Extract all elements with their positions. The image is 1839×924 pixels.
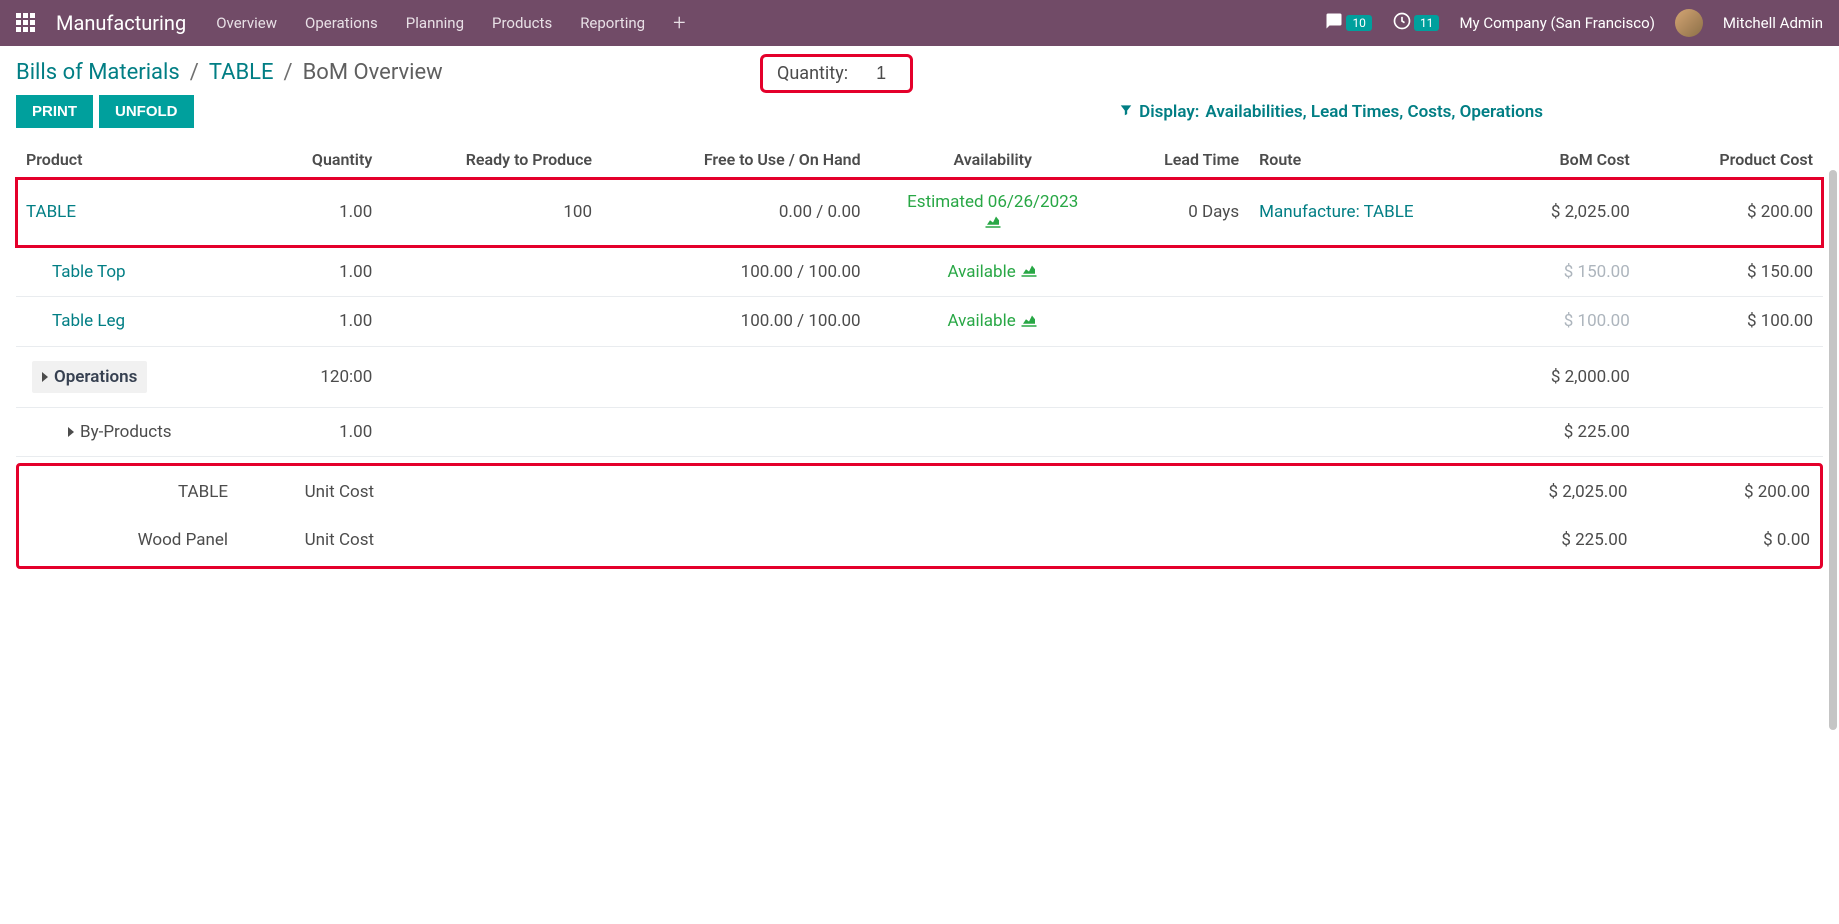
messages-badge: 10 xyxy=(1346,15,1372,31)
messages-button[interactable]: 10 xyxy=(1324,12,1372,34)
forecast-chart-icon[interactable] xyxy=(984,213,1002,233)
control-row: Bills of Materials / TABLE / BoM Overvie… xyxy=(0,46,1839,95)
col-bom-cost[interactable]: BoM Cost xyxy=(1457,142,1640,178)
bom-table-wrap: Product Quantity Ready to Produce Free t… xyxy=(0,142,1839,569)
forecast-chart-icon[interactable] xyxy=(1020,312,1038,332)
summary-product: Wood Panel xyxy=(19,516,238,564)
nav-add-menu-icon[interactable]: + xyxy=(673,11,685,36)
cell-bom-cost: $ 2,000.00 xyxy=(1457,346,1640,407)
operations-toggle[interactable]: Operations xyxy=(32,361,147,393)
row-by-products: By-Products 1.00 $ 225.00 xyxy=(16,407,1823,456)
scrollbar[interactable] xyxy=(1829,170,1837,730)
clock-icon xyxy=(1392,11,1412,35)
quantity-label: Quantity: xyxy=(777,63,848,84)
row-summary-wood-panel: Wood Panel Unit Cost $ 225.00 $ 0.00 xyxy=(19,516,1820,564)
col-ready[interactable]: Ready to Produce xyxy=(382,142,602,178)
row-summary-table: TABLE Unit Cost $ 2,025.00 $ 200.00 xyxy=(19,468,1820,516)
cell-lead: 0 Days xyxy=(1115,178,1249,248)
row-component-table-leg: Table Leg 1.00 100.00 / 100.00 Available… xyxy=(16,297,1823,347)
breadcrumb-bom[interactable]: Bills of Materials xyxy=(16,60,180,85)
col-quantity[interactable]: Quantity xyxy=(236,142,383,178)
route-link[interactable]: Manufacture: TABLE xyxy=(1259,202,1413,222)
breadcrumb: Bills of Materials / TABLE / BoM Overvie… xyxy=(16,60,443,85)
availability-estimated: Estimated 06/26/2023 xyxy=(907,192,1078,212)
summary-table: TABLE Unit Cost $ 2,025.00 $ 200.00 Wood… xyxy=(19,468,1820,564)
cell-product-cost: $ 200.00 xyxy=(1640,178,1823,248)
navbar: Manufacturing Overview Operations Planni… xyxy=(0,0,1839,46)
cell-free: 0.00 / 0.00 xyxy=(602,178,871,248)
cell-qty: 1.00 xyxy=(236,407,383,456)
cell-qty: 1.00 xyxy=(236,178,383,248)
app-brand[interactable]: Manufacturing xyxy=(56,11,186,35)
cell-qty: 1.00 xyxy=(236,297,383,347)
summary-product-cost: $ 200.00 xyxy=(1637,468,1820,516)
bom-table: Product Quantity Ready to Produce Free t… xyxy=(16,142,1823,457)
row-operations: Operations 120:00 $ 2,000.00 xyxy=(16,346,1823,407)
quantity-group: Quantity: xyxy=(760,54,913,93)
breadcrumb-current: BoM Overview xyxy=(303,60,443,85)
avatar[interactable] xyxy=(1675,9,1703,37)
breadcrumb-table[interactable]: TABLE xyxy=(209,60,274,85)
by-products-toggle[interactable]: By-Products xyxy=(68,422,172,442)
cell-bom-cost: $ 150.00 xyxy=(1457,247,1640,297)
caret-right-icon xyxy=(68,427,74,437)
availability-ok: Available xyxy=(947,262,1015,282)
forecast-chart-icon[interactable] xyxy=(1020,262,1038,282)
product-link-table[interactable]: TABLE xyxy=(26,202,76,222)
apps-icon[interactable] xyxy=(16,13,36,33)
nav-operations[interactable]: Operations xyxy=(305,14,378,32)
nav-right: 10 11 My Company (San Francisco) Mitchel… xyxy=(1324,9,1823,37)
quantity-input[interactable] xyxy=(866,63,896,84)
unfold-button[interactable]: UNFOLD xyxy=(99,95,194,128)
product-link-table-leg[interactable]: Table Leg xyxy=(52,311,125,331)
cell-free: 100.00 / 100.00 xyxy=(602,297,871,347)
cell-ready: 100 xyxy=(382,178,602,248)
summary-bom-cost: $ 225.00 xyxy=(1455,516,1638,564)
col-product[interactable]: Product xyxy=(16,142,236,178)
cell-product-cost: $ 100.00 xyxy=(1640,297,1823,347)
row-component-table-top: Table Top 1.00 100.00 / 100.00 Available… xyxy=(16,247,1823,297)
nav-products[interactable]: Products xyxy=(492,14,552,32)
breadcrumb-sep: / xyxy=(284,60,293,85)
row-main-product: TABLE 1.00 100 0.00 / 0.00 Estimated 06/… xyxy=(16,178,1823,248)
action-row: PRINT UNFOLD Display: Availabilities, Le… xyxy=(0,95,1839,142)
nav-reporting[interactable]: Reporting xyxy=(580,14,645,32)
col-route[interactable]: Route xyxy=(1249,142,1457,178)
company-switcher[interactable]: My Company (San Francisco) xyxy=(1459,14,1654,32)
nav-menu: Overview Operations Planning Products Re… xyxy=(216,11,685,36)
cell-qty: 120:00 xyxy=(236,346,383,407)
activities-button[interactable]: 11 xyxy=(1392,11,1440,35)
cell-bom-cost: $ 100.00 xyxy=(1457,297,1640,347)
col-product-cost[interactable]: Product Cost xyxy=(1640,142,1823,178)
product-link-table-top[interactable]: Table Top xyxy=(52,262,126,282)
nav-planning[interactable]: Planning xyxy=(406,14,464,32)
chat-icon xyxy=(1324,12,1344,34)
summary-bom-cost: $ 2,025.00 xyxy=(1455,468,1638,516)
caret-right-icon xyxy=(42,372,48,382)
breadcrumb-sep: / xyxy=(190,60,199,85)
summary-product: TABLE xyxy=(19,468,238,516)
cell-free: 100.00 / 100.00 xyxy=(602,247,871,297)
display-filter-value: Availabilities, Lead Times, Costs, Opera… xyxy=(1205,102,1543,122)
summary-qty-label: Unit Cost xyxy=(238,516,384,564)
summary-qty-label: Unit Cost xyxy=(238,468,384,516)
display-filter[interactable]: Display: Availabilities, Lead Times, Cos… xyxy=(1119,102,1543,122)
cell-qty: 1.00 xyxy=(236,247,383,297)
summary-product-cost: $ 0.00 xyxy=(1637,516,1820,564)
col-availability[interactable]: Availability xyxy=(871,142,1115,178)
col-lead[interactable]: Lead Time xyxy=(1115,142,1249,178)
print-button[interactable]: PRINT xyxy=(16,95,93,128)
display-filter-prefix: Display: xyxy=(1139,102,1199,122)
filter-icon xyxy=(1119,102,1133,122)
cell-bom-cost: $ 225.00 xyxy=(1457,407,1640,456)
summary-highlight-box: TABLE Unit Cost $ 2,025.00 $ 200.00 Wood… xyxy=(16,463,1823,569)
nav-overview[interactable]: Overview xyxy=(216,14,277,32)
cell-product-cost: $ 150.00 xyxy=(1640,247,1823,297)
activities-badge: 11 xyxy=(1414,15,1440,31)
col-free[interactable]: Free to Use / On Hand xyxy=(602,142,871,178)
user-menu[interactable]: Mitchell Admin xyxy=(1723,14,1823,32)
cell-bom-cost: $ 2,025.00 xyxy=(1457,178,1640,248)
availability-ok: Available xyxy=(947,311,1015,331)
